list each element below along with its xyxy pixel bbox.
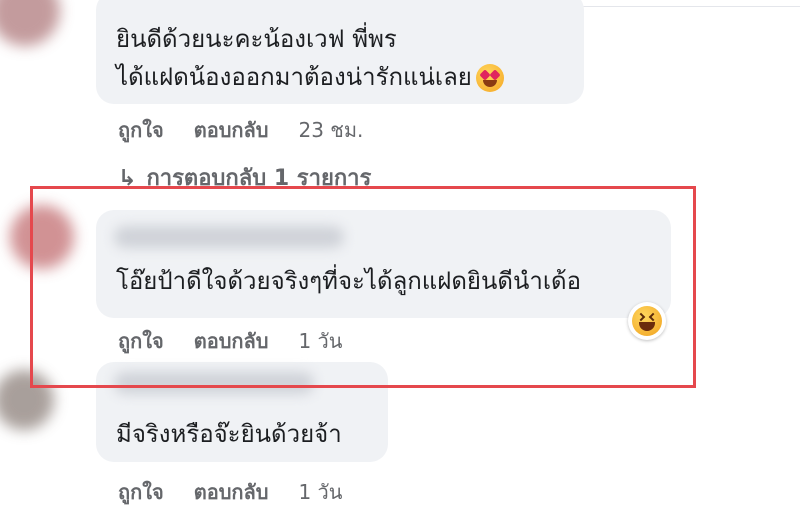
- comment-text-line: ได้แฝดน้องออกมาต้องน่ารักแน่เลย: [116, 58, 504, 96]
- timestamp[interactable]: 23 ชม.: [298, 114, 363, 146]
- comment-text: ยินดีด้วยนะคะน้องเวฟ พี่พร ได้แฝดน้องออก…: [116, 20, 504, 96]
- timestamp[interactable]: 1 วัน: [298, 325, 342, 357]
- comment-bubble: มีจริงหรือจ๊ะยินด้วยจ้า: [96, 362, 388, 462]
- commenter-name-redacted[interactable]: [114, 372, 314, 394]
- heart-eyes-emoji-icon: [475, 64, 504, 92]
- reply-button[interactable]: ตอบกลับ: [194, 476, 269, 508]
- avatar[interactable]: [0, 370, 54, 430]
- comment-bubble: โอ๊ยป้าดีใจด้วยจริงๆที่จะได้ลูกแฝดยินดีน…: [96, 210, 671, 318]
- like-button[interactable]: ถูกใจ: [118, 476, 164, 508]
- reply-button[interactable]: ตอบกลับ: [194, 114, 269, 146]
- comment-actions: ถูกใจ ตอบกลับ 23 ชม.: [118, 114, 363, 146]
- comment-actions: ถูกใจ ตอบกลับ 1 วัน: [118, 476, 342, 508]
- comment-thread: ยินดีด้วยนะคะน้องเวฟ พี่พร ได้แฝดน้องออก…: [0, 0, 800, 524]
- comment-actions: ถูกใจ ตอบกลับ 1 วัน: [118, 325, 342, 357]
- avatar[interactable]: [10, 205, 74, 269]
- timestamp[interactable]: 1 วัน: [298, 476, 342, 508]
- replies-count-label: การตอบกลับ 1 รายการ: [146, 166, 372, 191]
- comment-bubble: ยินดีด้วยนะคะน้องเวฟ พี่พร ได้แฝดน้องออก…: [96, 0, 584, 104]
- reply-arrow-icon: ↳: [118, 166, 137, 191]
- comment-text: มีจริงหรือจ๊ะยินด้วยจ้า: [116, 420, 342, 448]
- comment-text: โอ๊ยป้าดีใจด้วยจริงๆที่จะได้ลูกแฝดยินดีน…: [116, 267, 582, 295]
- like-button[interactable]: ถูกใจ: [118, 325, 164, 357]
- view-replies-link[interactable]: ↳ การตอบกลับ 1 รายการ: [118, 160, 371, 195]
- like-button[interactable]: ถูกใจ: [118, 114, 164, 146]
- reply-button[interactable]: ตอบกลับ: [194, 325, 269, 357]
- commenter-name-redacted[interactable]: [114, 226, 344, 248]
- comment-text-line: ยินดีด้วยนะคะน้องเวฟ พี่พร: [116, 25, 397, 53]
- reaction-badge[interactable]: [628, 302, 666, 340]
- laughing-emoji-icon: [632, 306, 662, 336]
- avatar[interactable]: [0, 0, 60, 46]
